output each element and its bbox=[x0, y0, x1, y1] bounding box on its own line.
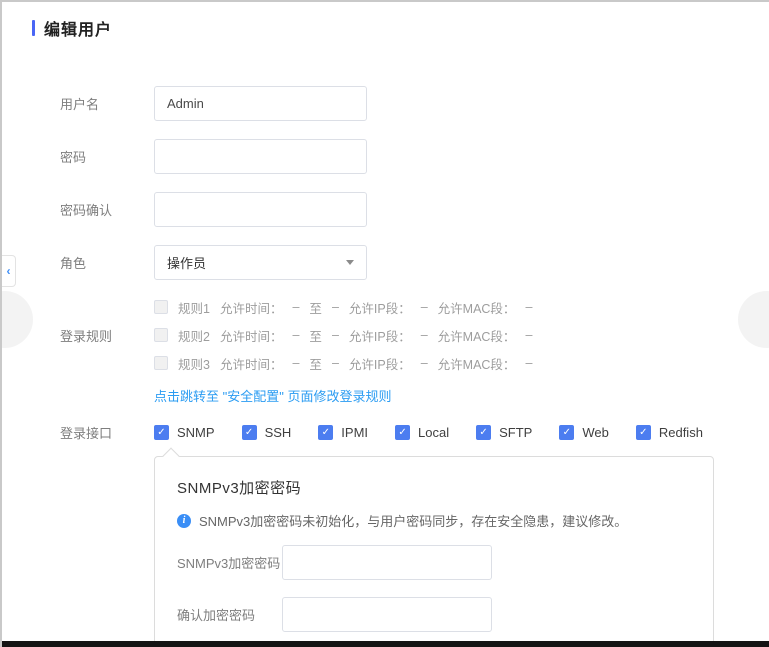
interface-option-label: IPMI bbox=[341, 425, 368, 440]
snmpv3-notice: i SNMPv3加密密码未初始化，与用户密码同步，存在安全隐患，建议修改。 bbox=[177, 511, 691, 530]
rule-to-word: 至 bbox=[309, 326, 322, 345]
rule1-checkbox[interactable] bbox=[154, 300, 168, 314]
rule-to-word: 至 bbox=[309, 354, 322, 373]
popover-caret bbox=[163, 448, 180, 465]
login-interfaces-group: SNMP SSH IPMI Local SFTP bbox=[154, 425, 703, 440]
role-select[interactable]: 操作员 bbox=[154, 245, 367, 280]
local-checkbox[interactable] bbox=[395, 425, 410, 440]
rule-time-label: 允许时间： bbox=[220, 326, 283, 345]
login-rule-row: 规则2 允许时间： – 至 – 允许IP段： – 允许MAC段： – bbox=[154, 326, 532, 344]
rule-time-label: 允许时间： bbox=[220, 354, 283, 373]
page-header: 编辑用户 bbox=[2, 2, 769, 40]
rule-ip-value: – bbox=[421, 356, 428, 370]
ssh-checkbox[interactable] bbox=[242, 425, 257, 440]
snmpv3-panel: SNMPv3加密密码 i SNMPv3加密密码未初始化，与用户密码同步，存在安全… bbox=[154, 456, 714, 647]
password-label: 密码 bbox=[60, 147, 154, 166]
rule-name: 规则2 bbox=[178, 326, 210, 345]
snmp-checkbox[interactable] bbox=[154, 425, 169, 440]
rule-ip-value: – bbox=[421, 300, 428, 314]
rule-time-to: – bbox=[332, 328, 339, 342]
interface-option-ipmi[interactable]: IPMI bbox=[318, 425, 368, 440]
rule-name: 规则1 bbox=[178, 298, 210, 317]
interface-option-label: SFTP bbox=[499, 425, 532, 440]
interface-option-label: Redfish bbox=[659, 425, 703, 440]
rule-mac-value: – bbox=[525, 300, 532, 314]
snmpv3-notice-text: SNMPv3加密密码未初始化，与用户密码同步，存在安全隐患，建议修改。 bbox=[199, 511, 627, 530]
window-bottom-edge bbox=[2, 641, 769, 647]
rule-mac-label: 允许MAC段： bbox=[438, 354, 516, 373]
login-interfaces-label: 登录接口 bbox=[60, 423, 154, 442]
sftp-checkbox[interactable] bbox=[476, 425, 491, 440]
password-confirm-label: 密码确认 bbox=[60, 200, 154, 219]
snmpv3-password-confirm-label: 确认加密密码 bbox=[177, 605, 282, 624]
interface-option-ssh[interactable]: SSH bbox=[242, 425, 292, 440]
sidebar-collapse-toggle[interactable]: ‹ bbox=[2, 255, 16, 287]
rule-time-to: – bbox=[332, 356, 339, 370]
edit-user-form: 用户名 密码 密码确认 角色 操作员 登录规则 规则1 允许时间 bbox=[2, 86, 769, 647]
rule-mac-label: 允许MAC段： bbox=[438, 326, 516, 345]
form-row-password: 密码 bbox=[60, 139, 769, 174]
edit-user-page: 编辑用户 用户名 密码 密码确认 角色 操作员 登录规则 bbox=[0, 0, 769, 647]
rule-time-label: 允许时间： bbox=[220, 298, 283, 317]
form-row-role: 角色 操作员 bbox=[60, 245, 769, 280]
ipmi-checkbox[interactable] bbox=[318, 425, 333, 440]
login-rule-row: 规则1 允许时间： – 至 – 允许IP段： – 允许MAC段： – bbox=[154, 298, 532, 316]
snmpv3-password-confirm-input[interactable] bbox=[282, 597, 492, 632]
rule-to-word: 至 bbox=[309, 298, 322, 317]
interface-option-label: SNMP bbox=[177, 425, 215, 440]
rule-name: 规则3 bbox=[178, 354, 210, 373]
snmpv3-password-label: SNMPv3加密密码 bbox=[177, 553, 282, 572]
web-checkbox[interactable] bbox=[559, 425, 574, 440]
login-rule-row: 规则3 允许时间： – 至 – 允许IP段： – 允许MAC段： – bbox=[154, 354, 532, 372]
interface-option-local[interactable]: Local bbox=[395, 425, 449, 440]
role-label: 角色 bbox=[60, 253, 154, 272]
page-title: 编辑用户 bbox=[44, 16, 112, 40]
rule2-checkbox[interactable] bbox=[154, 328, 168, 342]
rule-ip-label: 允许IP段： bbox=[349, 354, 411, 373]
rule-time-from: – bbox=[292, 328, 299, 342]
rule3-checkbox[interactable] bbox=[154, 356, 168, 370]
login-rules-list: 规则1 允许时间： – 至 – 允许IP段： – 允许MAC段： – 规则2 允… bbox=[154, 298, 532, 405]
interface-option-label: Web bbox=[582, 425, 609, 440]
password-input[interactable] bbox=[154, 139, 367, 174]
snmpv3-password-input[interactable] bbox=[282, 545, 492, 580]
rule-mac-value: – bbox=[525, 328, 532, 342]
interface-option-redfish[interactable]: Redfish bbox=[636, 425, 703, 440]
form-row-snmpv3-password-confirm: 确认加密密码 bbox=[177, 597, 691, 632]
login-rules-label: 登录规则 bbox=[60, 326, 154, 345]
form-row-password-confirm: 密码确认 bbox=[60, 192, 769, 227]
form-row-username: 用户名 bbox=[60, 86, 769, 121]
interface-option-sftp[interactable]: SFTP bbox=[476, 425, 532, 440]
interface-option-label: Local bbox=[418, 425, 449, 440]
chevron-down-icon bbox=[346, 260, 354, 265]
rule-time-to: – bbox=[332, 300, 339, 314]
rule-mac-value: – bbox=[525, 356, 532, 370]
username-label: 用户名 bbox=[60, 94, 154, 113]
title-accent-bar bbox=[32, 20, 35, 36]
interface-option-label: SSH bbox=[265, 425, 292, 440]
rule-time-from: – bbox=[292, 356, 299, 370]
username-input[interactable] bbox=[154, 86, 367, 121]
chevron-left-icon: ‹ bbox=[0, 306, 2, 334]
rule-mac-label: 允许MAC段： bbox=[438, 298, 516, 317]
rule-ip-label: 允许IP段： bbox=[349, 326, 411, 345]
form-row-login-interfaces: 登录接口 SNMP SSH IPMI Local bbox=[60, 423, 769, 442]
redfish-checkbox[interactable] bbox=[636, 425, 651, 440]
interface-option-snmp[interactable]: SNMP bbox=[154, 425, 215, 440]
form-row-snmpv3-password: SNMPv3加密密码 bbox=[177, 545, 691, 580]
security-config-link[interactable]: 点击跳转至 "安全配置" 页面修改登录规则 bbox=[154, 386, 532, 405]
rule-ip-label: 允许IP段： bbox=[349, 298, 411, 317]
role-selected-value: 操作员 bbox=[167, 253, 206, 272]
interface-option-web[interactable]: Web bbox=[559, 425, 609, 440]
rule-time-from: – bbox=[292, 300, 299, 314]
rule-ip-value: – bbox=[421, 328, 428, 342]
snmpv3-panel-title: SNMPv3加密密码 bbox=[177, 477, 691, 498]
password-confirm-input[interactable] bbox=[154, 192, 367, 227]
form-row-login-rules: 登录规则 规则1 允许时间： – 至 – 允许IP段： – 允许MAC段： – … bbox=[60, 298, 769, 405]
info-icon: i bbox=[177, 514, 191, 528]
chevron-left-icon: ‹ bbox=[7, 265, 11, 277]
